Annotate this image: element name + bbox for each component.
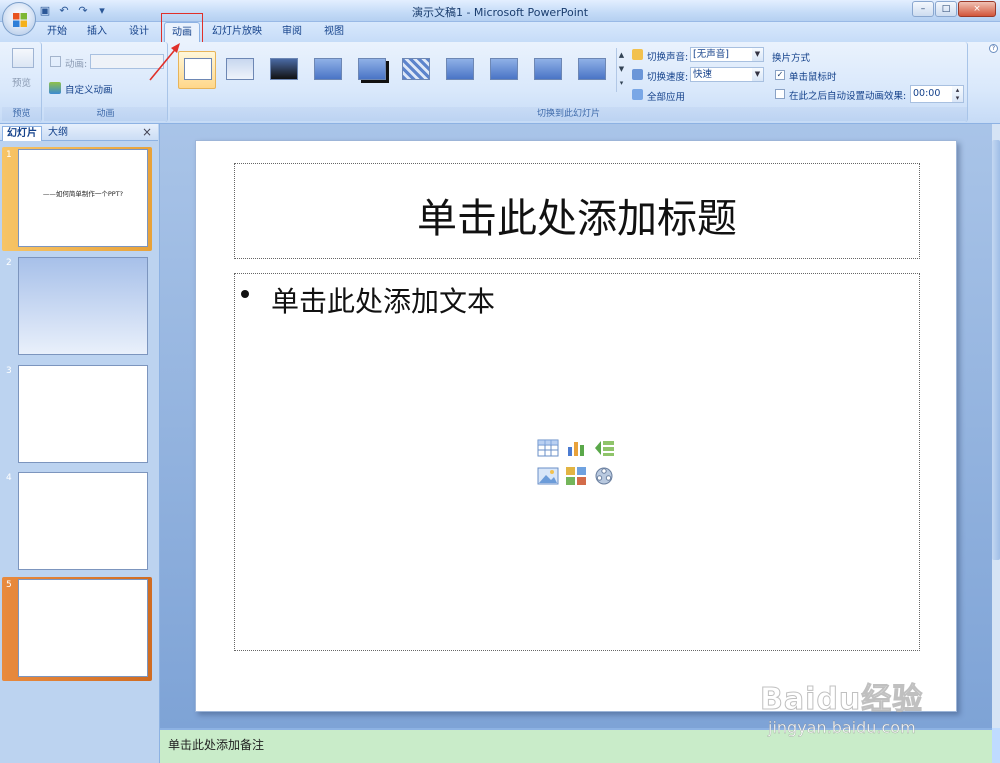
help-icon[interactable]: ?: [989, 44, 998, 53]
slide-number: 4: [6, 473, 12, 483]
insert-smartart-icon[interactable]: [593, 438, 615, 458]
transition-sound-select[interactable]: [无声音] ▼: [690, 47, 764, 62]
title-placeholder-text: 单击此处添加标题: [417, 196, 737, 242]
slide-preview: ——如何简单制作一个PPT?: [18, 149, 148, 247]
advance-slide-title: 换片方式: [772, 53, 811, 64]
ribbon-tab-bar: 开始 插入 设计 动画 幻灯片放映 审阅 视图: [0, 22, 1000, 42]
close-icon[interactable]: ×: [142, 125, 152, 139]
slide-thumbnail-3[interactable]: 3: [2, 363, 152, 467]
notes-placeholder: 单击此处添加备注: [168, 738, 265, 752]
slide-preview: [18, 365, 148, 463]
chevron-down-icon: ▼: [752, 68, 763, 81]
slide-thumb-text: ——如何简单制作一个PPT?: [42, 190, 124, 198]
slide-thumbnail-4[interactable]: 4: [2, 470, 152, 574]
insert-clipart-icon[interactable]: [565, 466, 587, 486]
slide-thumbnail-2[interactable]: 2: [2, 255, 152, 359]
maximize-button[interactable]: □: [935, 1, 957, 17]
annotation-arrow-icon: [149, 43, 180, 81]
transition-cut-black[interactable]: [352, 51, 390, 89]
animation-label: 动画:: [65, 59, 88, 70]
group-transition: ▲ ▼ ▾ 切换声音: [无声音] ▼ 切换速度: 快速 ▼ 全部应用 换片方式 ✓ 单…: [170, 42, 968, 122]
speed-icon: [632, 69, 643, 80]
transition-sound-label: 切换声音:: [647, 52, 689, 63]
slide-preview: [18, 579, 148, 677]
tab-view[interactable]: 视图: [316, 22, 352, 42]
transition-speed-value: 快速: [693, 69, 713, 80]
slide-number: 2: [6, 258, 12, 268]
insert-media-icon[interactable]: [593, 466, 615, 486]
watermark-brand: Baidu经验: [759, 682, 924, 718]
transition-speed-select[interactable]: 快速 ▼: [690, 67, 764, 82]
transition-dissolve[interactable]: [396, 51, 434, 89]
window-title: 演示文稿1 - Microsoft PowerPoint: [411, 6, 589, 19]
transition-fade-black[interactable]: [264, 51, 302, 89]
group-preview: 预览 预览: [2, 42, 42, 122]
sound-icon: [632, 49, 643, 60]
transition-wipe-left[interactable]: [484, 51, 522, 89]
panel-tabs: 幻灯片 大纲 ×: [0, 124, 158, 141]
watermark-url: jingyan.baidu.com: [768, 718, 916, 737]
transition-fade-smooth[interactable]: [220, 51, 258, 89]
transition-cut[interactable]: [308, 51, 346, 89]
group-label-preview: 预览: [2, 107, 41, 121]
tab-outline[interactable]: 大纲: [44, 126, 72, 141]
tab-design[interactable]: 设计: [120, 22, 158, 42]
window-controls: – □ ×: [912, 1, 996, 17]
current-slide: 单击此处添加标题 单击此处添加文本: [195, 140, 957, 712]
tab-home[interactable]: 开始: [38, 22, 76, 42]
slide-number: 1: [6, 150, 12, 160]
office-logo-icon: [13, 13, 27, 27]
slides-panel: 幻灯片 大纲 × 1 ——如何简单制作一个PPT? 2 3 4 5: [0, 124, 160, 763]
auto-after-checkbox[interactable]: [775, 89, 785, 99]
title-bar: ▣ ↶ ↷ ▾ 演示文稿1 - Microsoft PowerPoint – □…: [0, 0, 1000, 22]
preview-button[interactable]: 预览: [12, 75, 31, 89]
chevron-down-icon: ▼: [752, 48, 763, 61]
on-click-label: 单击鼠标时: [789, 72, 837, 83]
body-placeholder[interactable]: 单击此处添加文本: [234, 273, 920, 651]
baidu-jingyan-watermark: Baidu经验 jingyan.baidu.com: [759, 652, 960, 742]
transition-wipe-right[interactable]: [528, 51, 566, 89]
tab-slides[interactable]: 幻灯片: [2, 126, 42, 141]
tab-review[interactable]: 审阅: [274, 22, 310, 42]
group-label-transition: 切换到此幻灯片: [170, 107, 967, 121]
auto-after-label: 在此之后自动设置动画效果:: [789, 91, 907, 102]
group-label-animation: 动画: [44, 107, 167, 121]
slide-number: 5: [6, 580, 12, 590]
insert-picture-icon[interactable]: [537, 466, 559, 486]
custom-animation-icon: [49, 82, 61, 94]
body-placeholder-text: 单击此处添加文本: [271, 285, 496, 318]
scrollbar-thumb[interactable]: [992, 140, 1000, 560]
insert-table-icon[interactable]: [537, 438, 559, 458]
tab-insert[interactable]: 插入: [78, 22, 116, 42]
transition-wipe-up[interactable]: [572, 51, 610, 89]
slide-thumbnail-5[interactable]: 5: [2, 577, 152, 681]
auto-after-time-input[interactable]: 00:00 ▴ ▾: [910, 85, 964, 103]
transition-sound-value: [无声音]: [693, 49, 729, 60]
on-click-checkbox[interactable]: ✓: [775, 70, 785, 80]
tab-slideshow[interactable]: 幻灯片放映: [206, 22, 268, 42]
auto-after-time-value: 00:00: [913, 88, 941, 99]
close-button[interactable]: ×: [958, 1, 996, 17]
slide-preview: [18, 257, 148, 355]
slide-number: 3: [6, 366, 12, 376]
slide-thumbnail-1[interactable]: 1 ——如何简单制作一个PPT?: [2, 147, 152, 251]
transition-wipe-down[interactable]: [440, 51, 478, 89]
transition-speed-label: 切换速度:: [647, 72, 689, 83]
apply-all-icon: [632, 89, 643, 100]
bullet-icon: [241, 290, 249, 298]
gallery-scroll[interactable]: ▲ ▼ ▾: [616, 48, 626, 92]
apply-all-button[interactable]: 全部应用: [647, 89, 685, 103]
slide-preview: [18, 472, 148, 570]
animation-icon: [50, 56, 61, 67]
custom-animation-button[interactable]: 自定义动画: [65, 82, 113, 96]
preview-icon: [12, 48, 34, 68]
insert-chart-icon[interactable]: [565, 438, 587, 458]
minimize-button[interactable]: –: [912, 1, 934, 17]
title-placeholder[interactable]: 单击此处添加标题: [234, 163, 920, 259]
office-button[interactable]: [2, 2, 36, 36]
spinner-icon[interactable]: ▴ ▾: [952, 86, 963, 102]
